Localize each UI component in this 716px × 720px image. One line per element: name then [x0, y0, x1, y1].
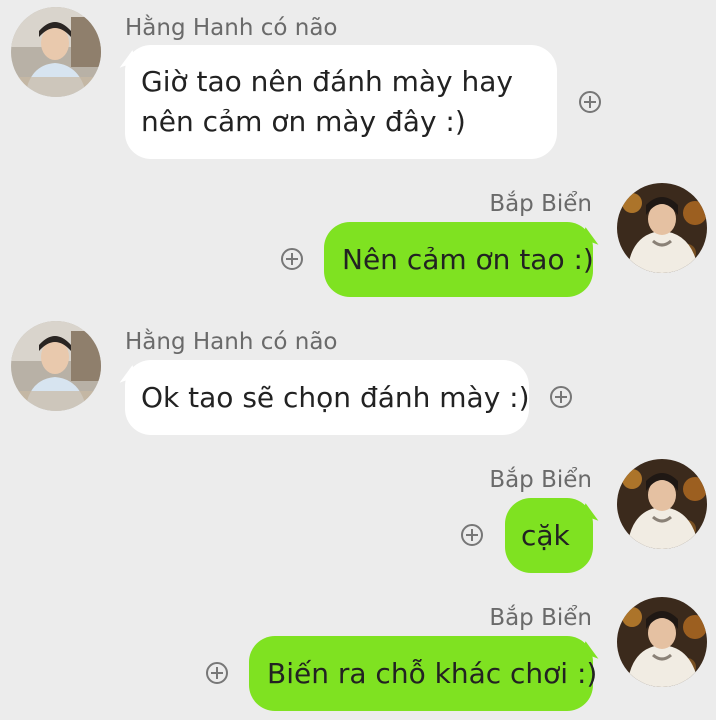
avatar[interactable] — [617, 597, 707, 687]
avatar-photo — [11, 7, 101, 97]
message-line: cặk — [521, 518, 570, 552]
sender-name: Hằng Hanh có não — [125, 15, 338, 41]
message-bubble[interactable]: Ok tao sẽ chọn đánh mày :) — [125, 360, 530, 435]
message-line: Giờ tao nên đánh mày hay — [141, 65, 513, 98]
avatar[interactable] — [11, 7, 101, 97]
sender-name: Bắp Biển — [489, 191, 592, 217]
message-line: nên cảm ơn mày đây :) — [141, 105, 466, 138]
avatar-photo — [617, 183, 707, 273]
sender-name: Bắp Biển — [489, 467, 592, 493]
avatar[interactable] — [617, 459, 707, 549]
message-bubble[interactable]: cặk — [505, 498, 593, 573]
message-line: Nên cảm ơn tao :) — [342, 242, 594, 276]
message-line: Biến ra chỗ khác chơi :) — [267, 656, 598, 690]
sender-name: Bắp Biển — [489, 605, 592, 631]
sender-name: Hằng Hanh có não — [125, 329, 338, 355]
add-circle-icon[interactable] — [281, 248, 303, 270]
add-circle-icon[interactable] — [461, 524, 483, 546]
add-circle-icon[interactable] — [206, 662, 228, 684]
avatar[interactable] — [11, 321, 101, 411]
message-line: Ok tao sẽ chọn đánh mày :) — [141, 380, 530, 414]
avatar-photo — [617, 459, 707, 549]
add-circle-icon[interactable] — [579, 91, 601, 113]
avatar-photo — [11, 321, 101, 411]
avatar[interactable] — [617, 183, 707, 273]
message-bubble[interactable]: Giờ tao nên đánh mày hay nên cảm ơn mày … — [125, 45, 557, 159]
message-bubble[interactable]: Biến ra chỗ khác chơi :) — [249, 636, 597, 711]
chat-thread: Hằng Hanh có não Giờ tao nên đánh mày ha… — [0, 0, 716, 720]
add-circle-icon[interactable] — [550, 386, 572, 408]
avatar-photo — [617, 597, 707, 687]
message-bubble[interactable]: Nên cảm ơn tao :) — [324, 222, 594, 297]
